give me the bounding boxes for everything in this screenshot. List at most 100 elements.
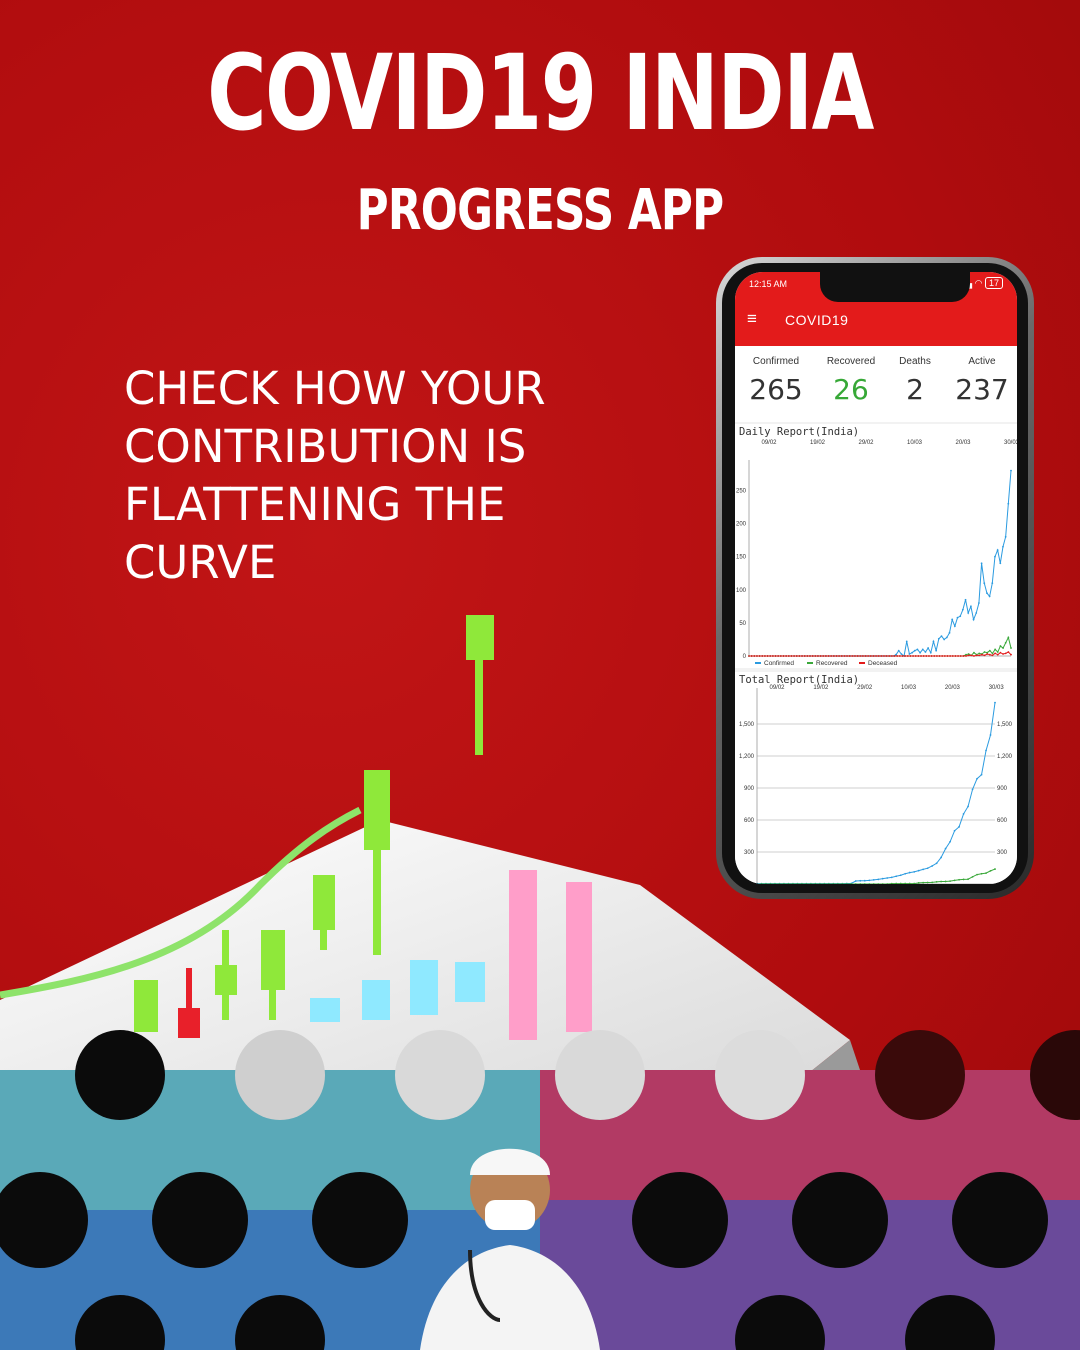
app-bar: ≡ COVID19 xyxy=(735,296,1017,346)
data-point xyxy=(859,655,862,657)
x-tick-label: 29/02 xyxy=(858,440,874,446)
tagline-line: CHECK HOW YOUR xyxy=(124,362,546,415)
data-point xyxy=(761,655,764,657)
data-point xyxy=(931,881,934,884)
data-point xyxy=(1007,636,1010,639)
data-point xyxy=(994,701,996,704)
data-point xyxy=(877,878,880,881)
data-point xyxy=(840,655,843,657)
data-point xyxy=(896,655,899,657)
data-point xyxy=(958,878,960,881)
data-point xyxy=(999,562,1002,565)
data-point xyxy=(906,655,909,657)
data-point xyxy=(920,655,922,657)
data-point xyxy=(994,652,997,655)
x-tick-label: 19/02 xyxy=(813,685,829,691)
data-point xyxy=(890,876,893,879)
data-point xyxy=(868,879,871,882)
data-point xyxy=(959,615,962,618)
data-point xyxy=(988,653,991,656)
data-point xyxy=(832,655,835,657)
legend-label: Deceased xyxy=(868,660,898,667)
data-point xyxy=(930,655,933,657)
data-point xyxy=(962,813,965,815)
data-point xyxy=(916,648,919,651)
data-point xyxy=(954,655,957,657)
data-point xyxy=(769,655,772,657)
data-point xyxy=(816,655,819,657)
data-point xyxy=(859,879,862,882)
daily-report-chart: 0 50 100 150 200 250 09/02 19/02 29/02 10/03 20/03… xyxy=(736,440,1017,667)
data-point xyxy=(901,655,904,657)
data-point xyxy=(872,878,875,881)
y-tick-label: 600 xyxy=(744,818,755,824)
data-point xyxy=(912,655,914,657)
data-point xyxy=(881,883,884,884)
data-point xyxy=(944,847,947,850)
poster-subtitle: PROGRESS APP xyxy=(356,178,725,243)
data-point xyxy=(771,655,774,657)
data-point xyxy=(940,635,943,638)
data-point xyxy=(888,655,891,657)
data-point xyxy=(994,555,996,558)
data-point xyxy=(905,640,908,643)
data-point xyxy=(976,873,978,876)
crowd xyxy=(0,1030,1080,1350)
data-point xyxy=(822,655,825,657)
data-point xyxy=(983,582,986,585)
data-point xyxy=(897,649,900,652)
series-line xyxy=(757,702,996,884)
data-point xyxy=(766,655,769,657)
tagline-line: CURVE xyxy=(124,536,277,589)
data-point xyxy=(869,655,872,657)
data-point xyxy=(973,651,975,654)
data-point xyxy=(1007,651,1010,653)
data-point xyxy=(951,655,954,657)
data-point xyxy=(854,883,857,884)
data-point xyxy=(949,655,952,657)
data-point xyxy=(949,840,951,843)
stat-value: 237 xyxy=(955,373,1009,406)
data-point xyxy=(875,655,877,657)
poster: COVID19 INDIA PROGRESS APP CHECK HOW YOU… xyxy=(0,0,1080,1350)
data-point xyxy=(777,655,780,657)
data-point xyxy=(872,883,875,884)
data-point xyxy=(932,640,935,643)
data-point xyxy=(927,647,930,649)
data-point xyxy=(793,655,795,657)
data-point xyxy=(937,637,940,640)
x-tick-label: 30/03 xyxy=(1004,440,1017,446)
data-point xyxy=(890,882,893,884)
data-point xyxy=(846,655,848,657)
phone-notch xyxy=(820,272,970,302)
data-point xyxy=(949,880,951,883)
y-tick-label: 200 xyxy=(736,522,747,528)
x-tick-label: 09/02 xyxy=(761,440,777,446)
data-point xyxy=(965,655,967,657)
y-tick-label-right: 1,500 xyxy=(997,722,1013,728)
data-point xyxy=(1004,641,1007,644)
data-point xyxy=(856,655,859,657)
legend-swatch xyxy=(859,662,865,664)
data-point xyxy=(806,655,809,657)
y-tick-label-right: 1,200 xyxy=(997,754,1013,760)
data-point xyxy=(925,655,928,657)
data-point xyxy=(938,655,941,657)
x-tick-label: 10/03 xyxy=(907,440,923,446)
data-point xyxy=(798,655,801,657)
data-point xyxy=(863,879,866,882)
data-point xyxy=(996,549,999,551)
stat-value: 2 xyxy=(906,373,924,406)
data-point xyxy=(886,877,889,879)
data-point xyxy=(980,773,983,776)
data-point xyxy=(956,616,959,619)
data-point xyxy=(917,655,920,657)
data-point xyxy=(908,871,911,874)
data-point xyxy=(911,651,913,654)
menu-icon[interactable]: ≡ xyxy=(747,310,757,327)
data-point xyxy=(830,655,832,657)
data-point xyxy=(1007,502,1010,505)
data-point xyxy=(917,882,920,884)
data-point xyxy=(951,618,954,621)
data-point xyxy=(996,653,999,656)
